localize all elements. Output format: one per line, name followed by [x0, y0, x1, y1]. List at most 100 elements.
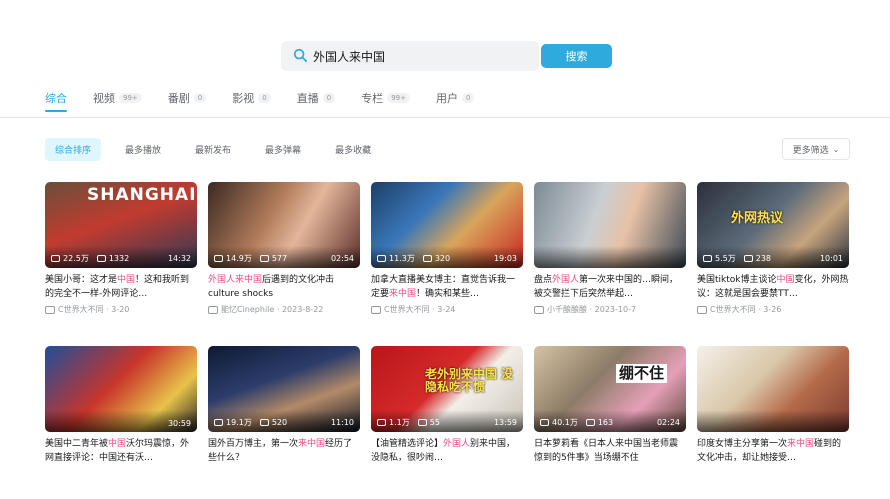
video-thumbnail[interactable]: [697, 346, 849, 432]
tab-label: 直播: [296, 92, 319, 105]
video-card[interactable]: 14.9万 577 02:54 外国人来中国后遇到的文化冲击 culture s…: [208, 182, 360, 315]
search-button[interactable]: 搜索: [541, 44, 612, 68]
video-duration: 10:01: [819, 254, 843, 263]
tab-all[interactable]: 综合: [45, 90, 67, 106]
video-card[interactable]: 盘点外国人第一次来中国的…瞬间，被交警拦下后突然举起… 小千酿酿酿 · 2023…: [534, 182, 686, 315]
video-title[interactable]: 国外百万博主，第一次来中国经历了些什么？: [208, 437, 360, 465]
filter-most-played[interactable]: 最多播放: [115, 138, 171, 161]
tab-video[interactable]: 视频 99+: [93, 90, 142, 106]
tab-article[interactable]: 专栏 99+: [361, 90, 410, 106]
uploader-name[interactable]: C世界大不同: [58, 304, 104, 315]
title-keyword: 中国: [108, 439, 127, 449]
video-title[interactable]: 美国小哥：这才是中国！这和我听到的完全不一样-外网评论…: [45, 273, 197, 301]
title-keyword: 中国: [776, 275, 795, 285]
video-title[interactable]: 美国中二青年被中国沃尔玛震惊，外网直接评论：中国还有沃…: [45, 437, 197, 465]
uploader-name[interactable]: C世界大不同: [710, 304, 756, 315]
video-thumbnail[interactable]: SHANGHAI 22.5万 1332 14:32: [45, 182, 197, 268]
uploader-icon: [534, 305, 544, 314]
uploader-name[interactable]: C世界大不同: [384, 304, 430, 315]
tab-count-badge: 0: [322, 93, 336, 103]
video-thumbnail[interactable]: 外网热议 5.5万 238 10:01: [697, 182, 849, 268]
video-card[interactable]: 19.1万 520 11:10 国外百万博主，第一次来中国经历了些什么？: [208, 346, 360, 465]
tab-count-badge: 0: [193, 93, 207, 103]
tab-bangumi[interactable]: 番剧 0: [167, 90, 207, 106]
tab-label: 番剧: [167, 92, 190, 105]
danmaku-icon: [96, 255, 106, 262]
play-count-icon: [214, 419, 223, 426]
video-meta: 能忆Cinephile · 2023-8-22: [208, 304, 360, 315]
publish-date: 2023-10-7: [594, 305, 637, 314]
video-stats: 11.3万 320 19:03: [377, 253, 517, 264]
tab-user[interactable]: 用户 0: [436, 90, 475, 106]
danmaku-count: 163: [597, 418, 614, 427]
video-duration: 13:59: [493, 418, 517, 427]
sort-filters: 综合排序 最多播放 最新发布 最多弹幕 最多收藏: [45, 138, 395, 161]
filter-comprehensive[interactable]: 综合排序: [45, 138, 102, 161]
search-input[interactable]: [313, 49, 513, 63]
video-card[interactable]: 30:59 美国中二青年被中国沃尔玛震惊，外网直接评论：中国还有沃…: [45, 346, 197, 465]
video-card[interactable]: SHANGHAI 22.5万 1332 14:32 美国小哥：这才是中国！这和我…: [45, 182, 197, 315]
title-keyword: 中国: [117, 275, 136, 285]
danmaku-count: 320: [434, 254, 451, 263]
title-keyword: 来中国: [787, 439, 815, 449]
play-count: 19.1万: [226, 418, 252, 427]
video-thumbnail[interactable]: 11.3万 320 19:03: [371, 182, 523, 268]
filter-newest[interactable]: 最新发布: [185, 138, 241, 161]
tab-label: 影视: [232, 92, 255, 105]
tab-live[interactable]: 直播 0: [296, 90, 336, 106]
video-thumbnail[interactable]: 绷不住 40.1万 163 02:24: [534, 346, 686, 432]
thumbnail-shade: [697, 410, 849, 432]
video-card[interactable]: 11.3万 320 19:03 加拿大直播美女博主：直觉告诉我一定要来中国！确实…: [371, 182, 523, 315]
play-count: 5.5万: [715, 254, 736, 263]
video-thumbnail[interactable]: 14.9万 577 02:54: [208, 182, 360, 268]
play-count: 22.5万: [63, 254, 89, 263]
play-count: 1.1万: [389, 418, 410, 427]
video-title[interactable]: 【油管精选评论】外国人别来中国，没隐私，很吵闹…: [371, 437, 523, 465]
play-count: 11.3万: [389, 254, 415, 263]
title-keyword: 来中国: [298, 439, 326, 449]
video-title[interactable]: 盘点外国人第一次来中国的…瞬间，被交警拦下后突然举起…: [534, 273, 686, 301]
video-title[interactable]: 加拿大直播美女博主：直觉告诉我一定要来中国！确实和某些…: [371, 273, 523, 301]
video-card[interactable]: 印度女博主分享第一次来中国碰到的文化冲击，却让她接受…: [697, 346, 849, 465]
tab-count-badge: 0: [258, 93, 271, 103]
play-count-icon: [377, 419, 386, 426]
video-duration: 11:10: [330, 418, 354, 427]
video-card[interactable]: 外网热议 5.5万 238 10:01 美国tiktok博主谈论中国变化，外网热…: [697, 182, 849, 315]
tab-count-badge: 99+: [387, 93, 410, 103]
play-count: 40.1万: [552, 418, 578, 427]
publish-date: 3-20: [111, 305, 130, 314]
danmaku-icon: [417, 419, 427, 426]
tab-movie[interactable]: 影视 0: [232, 90, 271, 106]
video-thumbnail[interactable]: 老外别来中国 没隐私吃不惯 1.1万 55 13:59: [371, 346, 523, 432]
video-stats: 22.5万 1332 14:32: [51, 253, 191, 264]
title-text: 美国tiktok博主谈论: [697, 275, 777, 285]
search-bar[interactable]: [281, 41, 539, 71]
filter-most-danmaku[interactable]: 最多弹幕: [255, 138, 311, 161]
divider: [0, 117, 890, 118]
uploader-name[interactable]: 能忆Cinephile: [221, 304, 274, 315]
title-keyword: 外国人: [443, 439, 471, 449]
tab-count-badge: 99+: [119, 93, 142, 103]
video-meta: C世界大不同 · 3-24: [371, 304, 523, 315]
danmaku-icon: [585, 419, 595, 426]
video-title[interactable]: 日本萝莉看《日本人来中国当老师震惊到的5件事》当场绷不住: [534, 437, 686, 465]
video-thumbnail[interactable]: 19.1万 520 11:10: [208, 346, 360, 432]
uploader-name[interactable]: 小千酿酿酿: [547, 304, 587, 315]
title-keyword: 来中国: [389, 289, 417, 299]
video-thumbnail[interactable]: [534, 182, 686, 268]
chevron-down-icon: ⌄: [832, 144, 840, 154]
video-card[interactable]: 绷不住 40.1万 163 02:24 日本萝莉看《日本人来中国当老师震惊到的5…: [534, 346, 686, 465]
title-text: 印度女博主分享第一次: [697, 439, 788, 449]
danmaku-count: 520: [271, 418, 288, 427]
video-stats: 40.1万 163 02:24: [540, 417, 680, 428]
thumbnail-shade: [534, 246, 686, 268]
danmaku-icon: [259, 255, 269, 262]
video-thumbnail[interactable]: 30:59: [45, 346, 197, 432]
video-title[interactable]: 外国人来中国后遇到的文化冲击 culture shocks: [208, 273, 360, 301]
danmaku-count: 1332: [108, 254, 130, 263]
video-title[interactable]: 美国tiktok博主谈论中国变化，外网热议：这就是国会要禁TT…: [697, 273, 849, 301]
video-card[interactable]: 老外别来中国 没隐私吃不惯 1.1万 55 13:59 【油管精选评论】外国人别…: [371, 346, 523, 465]
video-title[interactable]: 印度女博主分享第一次来中国碰到的文化冲击，却让她接受…: [697, 437, 849, 465]
more-filters-button[interactable]: 更多筛选 ⌄: [782, 138, 850, 160]
filter-most-favorited[interactable]: 最多收藏: [325, 138, 381, 161]
